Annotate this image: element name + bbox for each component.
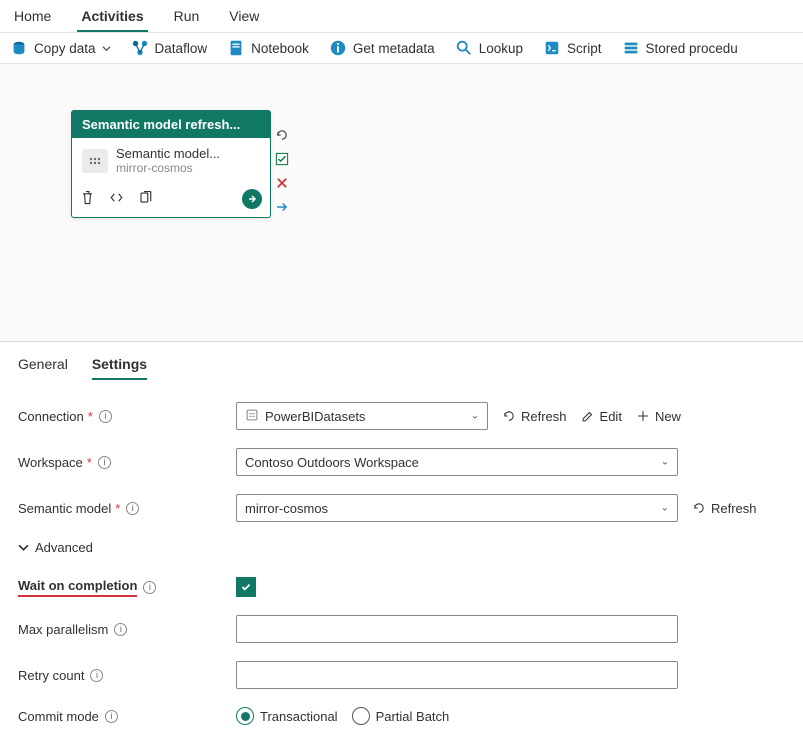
wait-on-completion-label: Wait on completioni [18,578,236,597]
info-icon[interactable]: i [114,623,127,636]
toolbar: Copy data Dataflow Notebook Get metadata… [0,33,803,64]
dataflow-icon [131,39,149,57]
lookup-button[interactable]: Lookup [455,39,523,57]
ribbon-tab-view[interactable]: View [225,0,263,32]
workspace-dropdown[interactable]: Contoso Outdoors Workspace ⌄ [236,448,678,476]
node-body-subtitle: mirror-cosmos [116,161,260,175]
dataflow-button[interactable]: Dataflow [131,39,208,57]
info-icon[interactable]: i [105,710,118,723]
commit-partial-radio[interactable]: Partial Batch [352,707,450,725]
pipeline-canvas[interactable]: Semantic model refresh... Semantic model… [0,64,803,342]
max-parallelism-label: Max parallelismi [18,622,236,637]
copy-data-button[interactable]: Copy data [10,39,111,57]
settings-form: Connection*i PowerBIDatasets ⌄ Refresh E… [0,380,803,725]
tab-general[interactable]: General [18,356,68,380]
run-icon[interactable] [242,189,262,209]
retry-count-label: Retry counti [18,668,236,683]
script-button[interactable]: Script [543,39,602,57]
connection-label: Connection*i [18,409,236,424]
advanced-toggle[interactable]: Advanced [18,540,785,555]
script-label: Script [567,41,602,56]
edit-connection-button[interactable]: Edit [581,409,622,424]
radio-unchecked-icon [352,707,370,725]
tab-settings[interactable]: Settings [92,356,147,380]
refresh-connection-button[interactable]: Refresh [502,409,567,424]
info-icon[interactable]: i [143,581,156,594]
notebook-label: Notebook [251,41,309,56]
port-success-icon[interactable] [275,152,291,168]
stored-proc-icon [622,39,640,57]
node-port-icons [275,128,291,216]
lookup-label: Lookup [479,41,523,56]
port-fail-icon[interactable] [275,176,291,192]
info-icon[interactable]: i [90,669,103,682]
dataflow-label: Dataflow [155,41,208,56]
search-icon [455,39,473,57]
commit-transactional-radio[interactable]: Transactional [236,707,338,725]
semantic-model-dropdown[interactable]: mirror-cosmos ⌄ [236,494,678,522]
stored-proc-label: Stored procedu [646,41,738,56]
connection-dropdown[interactable]: PowerBIDatasets ⌄ [236,402,488,430]
delete-icon[interactable] [80,190,95,208]
port-undo-icon[interactable] [275,128,291,144]
max-parallelism-input[interactable] [236,615,678,643]
info-icon [329,39,347,57]
copy-data-label: Copy data [34,41,96,56]
copy-icon[interactable] [138,190,153,208]
get-metadata-label: Get metadata [353,41,435,56]
node-thumb-icon [82,149,108,173]
info-icon[interactable]: i [98,456,111,469]
chevron-down-icon [18,542,29,553]
script-icon [543,39,561,57]
get-metadata-button[interactable]: Get metadata [329,39,435,57]
commit-mode-group: Transactional Partial Batch [236,707,449,725]
ribbon-tab-run[interactable]: Run [170,0,204,32]
settings-tabs: General Settings [0,342,803,380]
retry-count-input[interactable] [236,661,678,689]
ribbon-tab-activities[interactable]: Activities [77,0,147,32]
info-icon[interactable]: i [126,502,139,515]
notebook-button[interactable]: Notebook [227,39,309,57]
workspace-label: Workspace*i [18,455,236,470]
copy-data-icon [10,39,28,57]
chevron-down-icon: ⌄ [661,503,669,514]
node-footer [72,183,270,217]
chevron-down-icon: ⌄ [661,457,669,468]
notebook-icon [227,39,245,57]
node-body-title: Semantic model... [116,146,260,161]
activity-node[interactable]: Semantic model refresh... Semantic model… [71,110,271,218]
info-icon[interactable]: i [99,410,112,423]
port-skip-icon[interactable] [275,200,291,216]
ribbon-tab-home[interactable]: Home [10,0,55,32]
ribbon-tabs: Home Activities Run View [0,0,803,33]
new-connection-button[interactable]: New [636,409,681,424]
code-icon[interactable] [109,190,124,208]
semantic-model-label: Semantic model*i [18,501,236,516]
node-title: Semantic model refresh... [72,111,270,138]
stored-proc-button[interactable]: Stored procedu [622,39,738,57]
radio-checked-icon [236,707,254,725]
refresh-model-button[interactable]: Refresh [692,501,757,516]
chevron-down-icon: ⌄ [471,411,479,422]
node-body: Semantic model... mirror-cosmos [72,138,270,183]
wait-on-completion-checkbox[interactable] [236,577,256,597]
commit-mode-label: Commit modei [18,709,236,724]
dataset-icon [245,408,259,425]
chevron-down-icon [102,44,111,53]
